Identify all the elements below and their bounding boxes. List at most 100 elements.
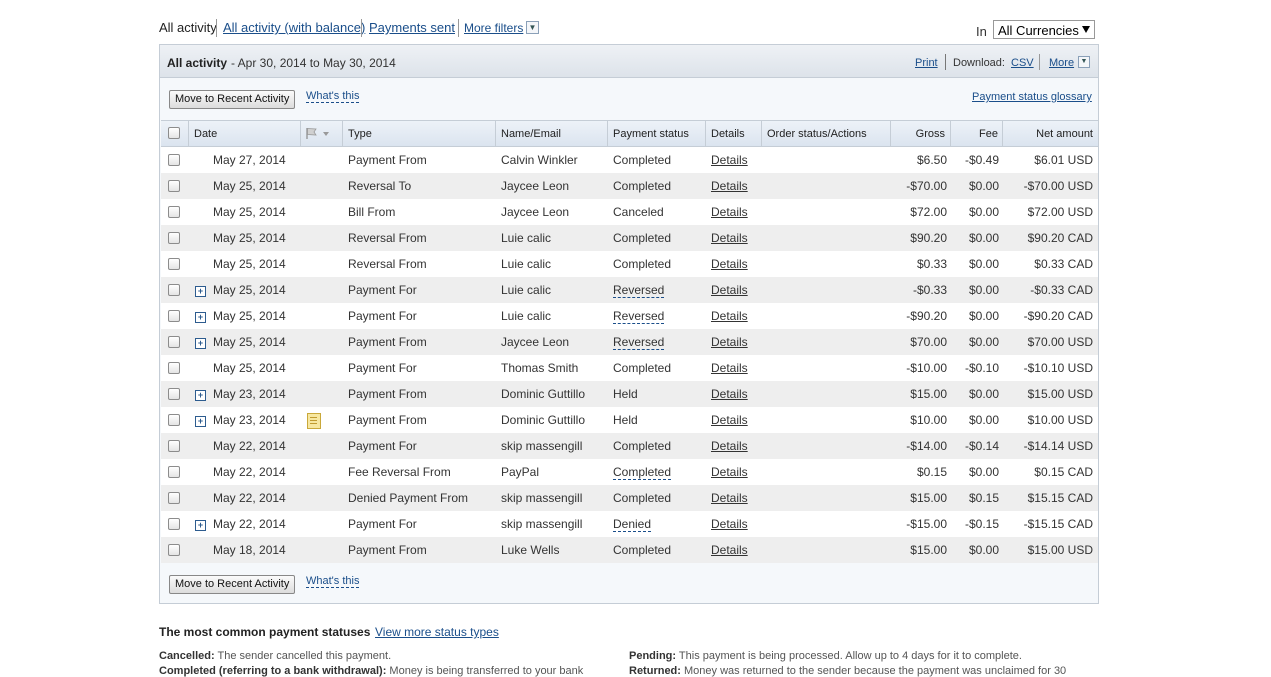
row-checkbox[interactable] <box>168 544 180 556</box>
column-header-type[interactable]: Type <box>348 128 372 140</box>
divider <box>1039 54 1040 70</box>
row-gross: $72.00 <box>910 205 947 219</box>
row-checkbox[interactable] <box>168 336 180 348</box>
table-row[interactable]: May 25, 2014 Reversal From Luie calic Compl… <box>161 225 1098 251</box>
row-type: Payment For <box>348 439 417 453</box>
row-status-link[interactable]: Reversed <box>613 335 665 350</box>
table-row[interactable]: May 27, 2014 Payment From Calvin Winkler Co… <box>161 147 1098 173</box>
row-gross: $0.33 <box>916 257 947 271</box>
tab-all-activity-with-balance[interactable]: All activity (with balance) <box>223 20 365 35</box>
row-details-link[interactable]: Details <box>711 413 748 427</box>
print-link[interactable]: Print <box>915 57 938 69</box>
row-checkbox[interactable] <box>168 154 180 166</box>
row-checkbox[interactable] <box>168 518 180 530</box>
row-name: Jaycee Leon <box>501 205 570 219</box>
row-checkbox[interactable] <box>168 232 180 244</box>
row-details-link[interactable]: Details <box>711 361 748 375</box>
legend-pending: Pending: This payment is being processed… <box>629 650 1022 662</box>
table-row[interactable]: May 22, 2014 Denied Payment From skip mass… <box>161 485 1098 511</box>
row-details-link[interactable]: Details <box>711 543 748 557</box>
row-net-amount: -$0.33 CAD <box>1030 283 1093 297</box>
row-details-link[interactable]: Details <box>711 517 748 531</box>
row-checkbox[interactable] <box>168 310 180 322</box>
row-type: Denied Payment From <box>348 491 469 505</box>
row-details-link[interactable]: Details <box>711 231 748 245</box>
tab-all-activity[interactable]: All activity <box>159 20 217 35</box>
more-filters-link[interactable]: More filters <box>464 21 523 35</box>
row-details-link[interactable]: Details <box>711 205 748 219</box>
table-row[interactable]: May 25, 2014 Bill From Jaycee Leon Canceled… <box>161 199 1098 225</box>
row-type: Payment From <box>348 387 427 401</box>
row-type: Payment For <box>348 309 417 323</box>
row-checkbox[interactable] <box>168 362 180 374</box>
table-row[interactable]: May 18, 2014 Payment From Luke Wells Comple… <box>161 537 1098 563</box>
column-header-payment-status[interactable]: Payment status <box>613 128 689 140</box>
currency-select[interactable]: All Currencies <box>993 20 1095 39</box>
row-checkbox[interactable] <box>168 180 180 192</box>
column-header-fee[interactable]: Fee <box>979 128 998 140</box>
table-row[interactable]: + May 25, 2014 Payment From Jaycee Leon Reve… <box>161 329 1098 355</box>
row-details-link[interactable]: Details <box>711 153 748 167</box>
table-row[interactable]: + May 23, 2014 Payment From Dominic Guttill… <box>161 407 1098 433</box>
row-net-amount: $15.00 USD <box>1027 387 1093 401</box>
table-row[interactable]: + May 23, 2014 Payment From Dominic Guttill… <box>161 381 1098 407</box>
row-checkbox[interactable] <box>168 388 180 400</box>
row-details-link[interactable]: Details <box>711 257 748 271</box>
row-details-link[interactable]: Details <box>711 465 748 479</box>
table-row[interactable]: May 25, 2014 Reversal To Jaycee Leon Comple… <box>161 173 1098 199</box>
row-checkbox[interactable] <box>168 206 180 218</box>
expand-plus-icon[interactable]: + <box>195 520 206 531</box>
chevron-down-icon[interactable]: ▼ <box>1078 56 1090 68</box>
whats-this-link[interactable]: What's this <box>306 90 360 103</box>
row-status-link[interactable]: Reversed <box>613 309 665 324</box>
csv-download-link[interactable]: CSV <box>1011 57 1034 69</box>
expand-plus-icon[interactable]: + <box>195 390 206 401</box>
column-header-net-amount[interactable]: Net amount <box>1036 128 1093 140</box>
row-checkbox[interactable] <box>168 440 180 452</box>
more-link[interactable]: More <box>1049 57 1074 69</box>
row-details-link[interactable]: Details <box>711 335 748 349</box>
tab-payments-sent[interactable]: Payments sent <box>369 20 455 35</box>
note-icon[interactable] <box>307 413 321 429</box>
view-more-status-types-link[interactable]: View more status types <box>375 625 499 639</box>
chevron-down-icon[interactable]: ▼ <box>526 21 539 34</box>
payment-status-glossary-link[interactable]: Payment status glossary <box>972 91 1092 103</box>
row-details-link[interactable]: Details <box>711 179 748 193</box>
table-row[interactable]: + May 22, 2014 Payment For skip massengill D… <box>161 511 1098 537</box>
row-details-link[interactable]: Details <box>711 387 748 401</box>
whats-this-link-bottom[interactable]: What's this <box>306 575 360 588</box>
table-row[interactable]: + May 25, 2014 Payment For Luie calic Revers… <box>161 277 1098 303</box>
download-label: Download: <box>953 57 1005 69</box>
row-checkbox[interactable] <box>168 414 180 426</box>
row-details-link[interactable]: Details <box>711 439 748 453</box>
row-details-link[interactable]: Details <box>711 283 748 297</box>
row-checkbox[interactable] <box>168 466 180 478</box>
move-to-recent-activity-button-bottom[interactable]: Move to Recent Activity <box>169 575 296 594</box>
row-status-link[interactable]: Denied <box>613 517 652 532</box>
row-checkbox[interactable] <box>168 492 180 504</box>
table-row[interactable]: May 22, 2014 Fee Reversal From PayPal Compl… <box>161 459 1098 485</box>
table-row[interactable]: May 22, 2014 Payment For skip massengill Co… <box>161 433 1098 459</box>
row-name: Luie calic <box>501 231 552 245</box>
row-date: May 23, 2014 <box>213 413 286 427</box>
row-status-link[interactable]: Completed <box>613 465 672 480</box>
table-row[interactable]: May 25, 2014 Payment For Thomas Smith Compl… <box>161 355 1098 381</box>
row-details-link[interactable]: Details <box>711 309 748 323</box>
column-header-name-email[interactable]: Name/Email <box>501 128 561 140</box>
row-checkbox[interactable] <box>168 258 180 270</box>
column-header-date[interactable]: Date <box>194 128 217 140</box>
table-row[interactable]: + May 25, 2014 Payment For Luie calic Revers… <box>161 303 1098 329</box>
expand-plus-icon[interactable]: + <box>195 338 206 349</box>
expand-plus-icon[interactable]: + <box>195 312 206 323</box>
move-to-recent-activity-button[interactable]: Move to Recent Activity <box>169 90 296 109</box>
row-status-link[interactable]: Reversed <box>613 283 665 298</box>
flag-icon[interactable] <box>306 127 329 139</box>
row-checkbox[interactable] <box>168 284 180 296</box>
legend-cancelled: Cancelled: The sender cancelled this pay… <box>159 650 391 662</box>
table-row[interactable]: May 25, 2014 Reversal From Luie calic Compl… <box>161 251 1098 277</box>
row-details-link[interactable]: Details <box>711 491 748 505</box>
column-header-gross[interactable]: Gross <box>916 128 945 140</box>
expand-plus-icon[interactable]: + <box>195 416 206 427</box>
select-all-checkbox[interactable] <box>168 127 180 139</box>
expand-plus-icon[interactable]: + <box>195 286 206 297</box>
